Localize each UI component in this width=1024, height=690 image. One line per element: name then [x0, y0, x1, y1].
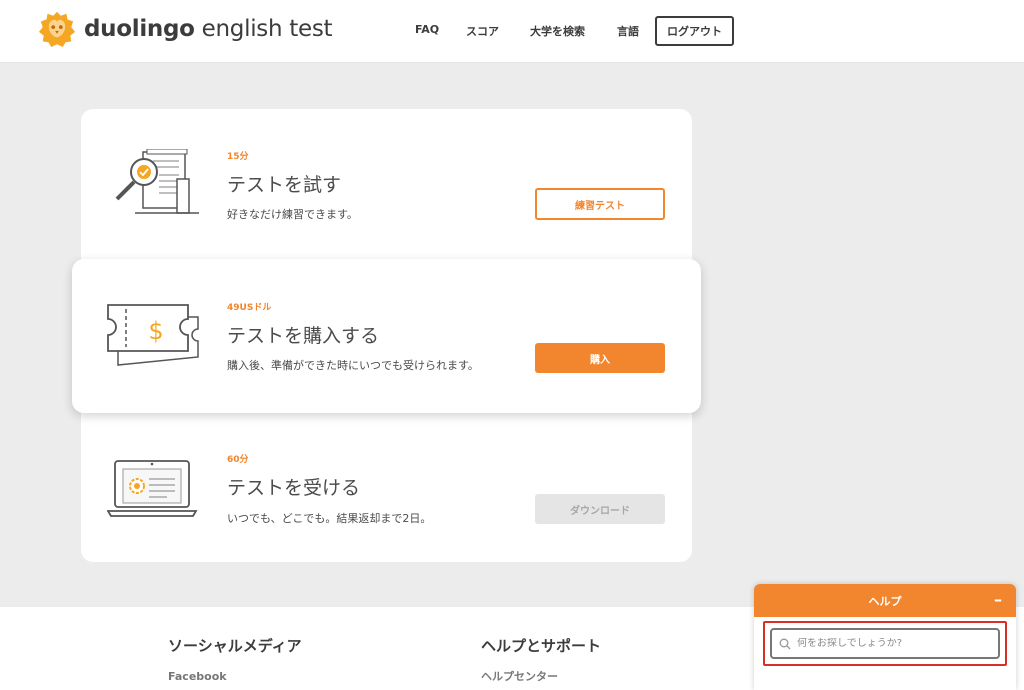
card-description: いつでも、どこでも。結果返却まで2日。 [227, 512, 432, 525]
duration-label: 15分 [227, 152, 249, 162]
card-title: テストを購入する [227, 325, 380, 347]
help-widget: ヘルプ – [754, 584, 1016, 690]
duration-label: 60分 [227, 455, 249, 465]
logout-button[interactable]: ログアウト [655, 16, 734, 46]
help-support-heading: ヘルプとサポート [481, 637, 602, 655]
facebook-link[interactable]: Facebook [168, 670, 227, 683]
nav-faq-link[interactable]: FAQ [415, 23, 439, 36]
price-label: 49USドル [227, 303, 272, 313]
svg-text:$: $ [148, 317, 163, 345]
purchase-button[interactable]: 購入 [535, 343, 665, 373]
top-header: duolingo english test FAQ スコア 大学を検索 言語 ロ… [0, 0, 1024, 63]
nav-language-link[interactable]: 言語 [617, 23, 639, 39]
laptop-certificate-icon [107, 460, 198, 517]
card-description: 好きなだけ練習できます。 [227, 208, 358, 221]
download-button[interactable]: ダウンロード [535, 494, 665, 524]
help-widget-title: ヘルプ [868, 594, 902, 608]
search-icon [779, 638, 791, 649]
help-search-input[interactable] [797, 638, 977, 649]
help-search-box[interactable] [770, 628, 1000, 659]
nav-score-link[interactable]: スコア [466, 23, 499, 39]
minimize-icon[interactable]: – [994, 590, 1002, 609]
nav-search-university-link[interactable]: 大学を検索 [530, 23, 585, 39]
practice-test-card: 15分 テストを試す 好きなだけ練習できます。 練習テスト [81, 109, 692, 269]
magnifier-document-icon [115, 149, 199, 214]
practice-test-button[interactable]: 練習テスト [535, 188, 665, 220]
help-widget-header[interactable]: ヘルプ – [754, 584, 1016, 617]
help-search-focus-ring [763, 621, 1007, 666]
card-description: 購入後、準備ができた時にいつでも受けられます。 [227, 359, 479, 372]
take-test-card: 60分 テストを受ける いつでも、どこでも。結果返却まで2日。 ダウンロード [81, 400, 692, 562]
card-title: テストを試す [227, 174, 342, 196]
social-media-heading: ソーシャルメディア [168, 637, 302, 655]
main-nav: FAQ スコア 大学を検索 言語 ログアウト [0, 16, 1024, 46]
ticket-dollar-icon: $ [107, 304, 199, 366]
purchase-test-card: $ 49USドル テストを購入する 購入後、準備ができた時にいつでも受けられます… [72, 259, 701, 413]
help-center-link[interactable]: ヘルプセンター [481, 668, 558, 684]
card-title: テストを受ける [227, 477, 361, 499]
